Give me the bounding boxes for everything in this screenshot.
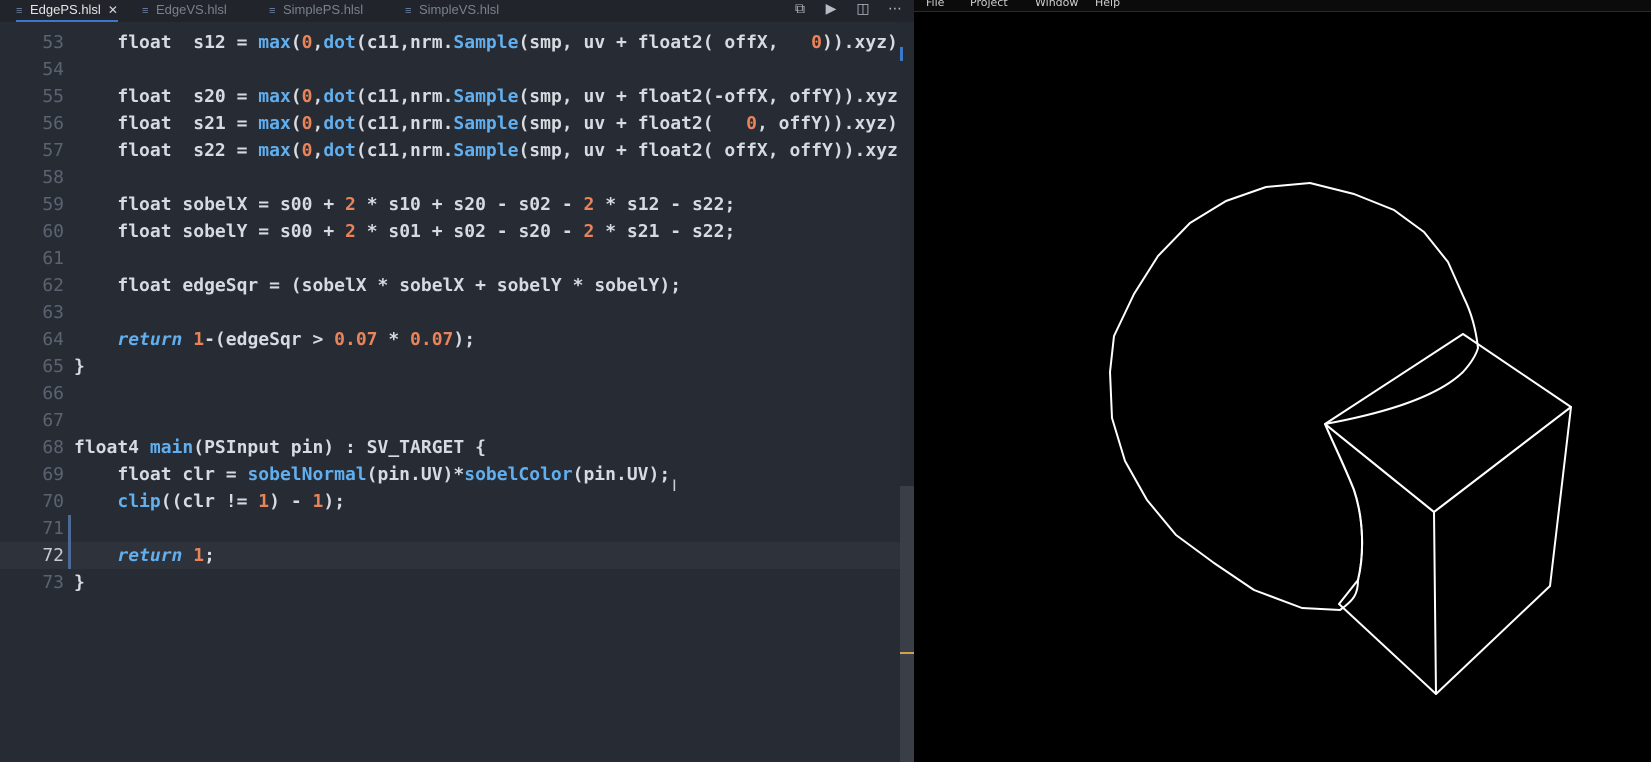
line-number: 54 [42,59,64,80]
editor-tab-bar: ≡ EdgePS.hlsl ✕ ≡ EdgeVS.hlsl ≡ SimplePS.hls… [0,0,914,22]
code-line[interactable]: 61 [0,245,900,272]
code-text[interactable]: float s20 = max(0,dot(c11,nrm.Sample(smp… [74,83,908,110]
scrollbar-thumb[interactable] [900,486,914,762]
code-text[interactable]: } [74,353,85,380]
code-line[interactable]: 73} [0,569,900,596]
line-number: 63 [42,302,64,323]
line-number: 72 [42,545,64,566]
tab-label: SimpleVS.hlsl [419,2,500,17]
code-text[interactable]: return 1-(edgeSqr > 0.07 * 0.07); [74,326,475,353]
render-viewport[interactable] [914,0,1651,762]
tab-simplevs[interactable]: ≡ SimpleVS.hlsl [405,0,499,22]
code-line[interactable]: 62 float edgeSqr = (sobelX * sobelX + so… [0,272,900,299]
line-number: 57 [42,140,64,161]
cube-top-face [1324,333,1572,513]
menu-help[interactable]: Help [1095,0,1120,9]
scrollbar-change-marker [900,47,903,61]
line-number: 67 [42,410,64,431]
modified-line-indicator [68,515,71,542]
code-line[interactable]: 72 return 1; [0,542,900,569]
menu-file[interactable]: File [926,0,944,9]
line-number: 58 [42,167,64,188]
code-text[interactable]: } [74,569,85,596]
code-line[interactable]: 63 [0,299,900,326]
line-number: 69 [42,464,64,485]
cube-front-face [1324,423,1437,695]
line-number: 55 [42,86,64,107]
close-icon[interactable]: ✕ [108,3,118,17]
code-text[interactable]: clip((clr != 1) - 1); [74,488,345,515]
code-line[interactable]: 54 [0,56,900,83]
split-editor-icon[interactable]: ◫ [852,0,874,20]
code-text[interactable]: float s22 = max(0,dot(c11,nrm.Sample(smp… [74,137,908,164]
code-text[interactable]: return 1; [74,542,215,569]
code-line[interactable]: 60 float sobelY = s00 + 2 * s01 + s02 - … [0,218,900,245]
code-line[interactable]: 71 [0,515,900,542]
code-text[interactable]: float clr = sobelNormal(pin.UV)*sobelCol… [74,461,670,488]
code-line[interactable]: 58 [0,164,900,191]
tab-label: SimplePS.hlsl [283,2,364,17]
code-line[interactable]: 68 float4 main(PSInput pin) : SV_TARGET { [0,434,900,461]
text-cursor-icon: I [672,476,677,495]
tab-label: EdgeVS.hlsl [156,2,227,17]
line-number: 61 [42,248,64,269]
code-text[interactable]: float4 main(PSInput pin) : SV_TARGET { [74,434,486,461]
code-line[interactable]: 67 [0,407,900,434]
code-text[interactable]: float sobelY = s00 + 2 * s01 + s02 - s20… [74,218,735,245]
code-line[interactable]: 55 float s20 = max(0,dot(c11,nrm.Sample(… [0,83,908,110]
code-line[interactable]: 64 return 1-(edgeSqr > 0.07 * 0.07); [0,326,900,353]
hlsl-file-icon: ≡ [16,5,23,17]
line-number: 64 [42,329,64,350]
code-area[interactable]: 53 float s12 = max(0,dot(c11,nrm.Sample(… [0,29,909,596]
menu-window[interactable]: Window [1035,0,1078,9]
tab-edgevs[interactable]: ≡ EdgeVS.hlsl [142,0,227,22]
code-line[interactable]: 53 float s12 = max(0,dot(c11,nrm.Sample(… [0,29,900,56]
run-icon[interactable]: ▶ [820,0,842,20]
code-line[interactable]: 59 float sobelX = s00 + 2 * s10 + s20 - … [0,191,900,218]
code-line[interactable]: 70 clip((clr != 1) - 1); [0,488,900,515]
line-number: 70 [42,491,64,512]
cube-right-face [1433,406,1572,695]
hlsl-file-icon: ≡ [142,5,149,17]
code-text[interactable]: float sobelX = s00 + 2 * s10 + s20 - s02… [74,191,735,218]
edge-render-output [1109,182,1572,695]
menu-project[interactable]: Project [970,0,1008,9]
hlsl-file-icon: ≡ [405,5,412,17]
code-editor[interactable]: ≡ EdgePS.hlsl ✕ ≡ EdgeVS.hlsl ≡ SimplePS.hls… [0,0,914,762]
line-number: 66 [42,383,64,404]
code-line[interactable]: 66 [0,380,900,407]
code-line[interactable]: 65} [0,353,900,380]
line-number: 68 [42,437,64,458]
compare-icon[interactable]: ⧉ [789,0,811,20]
more-icon[interactable]: ⋯ [884,0,906,20]
tab-edgeps[interactable]: ≡ EdgePS.hlsl ✕ [16,0,118,22]
sphere-outline [1109,182,1479,611]
tab-label: EdgePS.hlsl [30,2,101,17]
line-number: 65 [42,356,64,377]
code-text[interactable]: float s21 = max(0,dot(c11,nrm.Sample(smp… [74,110,898,137]
line-number: 60 [42,221,64,242]
line-number: 62 [42,275,64,296]
modified-line-indicator [68,542,71,569]
line-number: 59 [42,194,64,215]
code-text[interactable]: float s12 = max(0,dot(c11,nrm.Sample(smp… [74,29,898,56]
code-line[interactable]: 57 float s22 = max(0,dot(c11,nrm.Sample(… [0,137,908,164]
hlsl-file-icon: ≡ [269,5,276,17]
scrollbar-cursor-marker [900,652,914,654]
code-line[interactable]: 69 float clr = sobelNormal(pin.UV)*sobel… [0,461,900,488]
tab-simpleps[interactable]: ≡ SimplePS.hlsl [269,0,363,22]
line-number: 56 [42,113,64,134]
code-line[interactable]: 56 float s21 = max(0,dot(c11,nrm.Sample(… [0,110,900,137]
viewer-menu-bar: File Project Window Help [914,0,1651,12]
line-number: 71 [42,518,64,539]
line-number: 73 [42,572,64,593]
line-number: 53 [42,32,64,53]
code-text[interactable]: float edgeSqr = (sobelX * sobelX + sobel… [74,272,681,299]
